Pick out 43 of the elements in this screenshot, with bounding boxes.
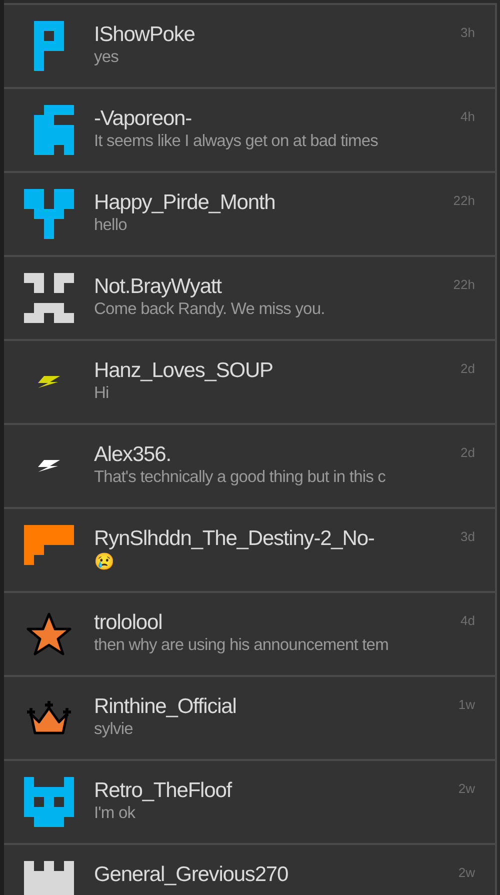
timestamp: 2d bbox=[460, 444, 475, 460]
message-preview: sylvie bbox=[94, 720, 133, 739]
conversation-row[interactable]: Hanz_Loves_SOUP Hi 2d bbox=[4, 339, 497, 423]
timestamp: 3d bbox=[460, 528, 475, 544]
conversation-row[interactable]: General_Grevious270 2w bbox=[4, 843, 497, 895]
timestamp: 4d bbox=[460, 612, 475, 628]
username: RynSlhddn_The_Destiny-2_No- bbox=[94, 527, 374, 551]
message-preview: Come back Randy. We miss you. bbox=[94, 300, 325, 319]
username: Rinthine_Official bbox=[94, 695, 236, 719]
timestamp: 4h bbox=[460, 108, 475, 124]
message-preview: It seems like I always get on at bad times bbox=[94, 132, 378, 151]
username: General_Grevious270 bbox=[94, 863, 288, 887]
message-preview: then why are using his announcement tem bbox=[94, 636, 388, 655]
message-preview: Hi bbox=[94, 384, 109, 403]
timestamp: 22h bbox=[452, 276, 475, 292]
conversation-row[interactable]: RynSlhddn_The_Destiny-2_No- 😢 3d bbox=[4, 507, 497, 591]
conversation-row[interactable]: Not.BrayWyatt Come back Randy. We miss you. 22h bbox=[4, 255, 497, 339]
username: -Vaporeon- bbox=[94, 107, 192, 131]
username: Retro_TheFloof bbox=[94, 779, 232, 803]
message-preview: yes bbox=[94, 48, 118, 67]
timestamp: 3h bbox=[460, 24, 475, 40]
timestamp: 2w bbox=[457, 780, 475, 796]
message-preview: That's technically a good thing but in this c bbox=[94, 468, 386, 487]
timestamp: 2d bbox=[460, 360, 475, 376]
conversation-row[interactable]: Rinthine_Official sylvie 1w bbox=[4, 675, 497, 759]
conversation-row[interactable]: Alex356. That's technically a good thing but in this c 2d bbox=[4, 423, 497, 507]
username: trololool bbox=[94, 611, 162, 635]
conversation-row[interactable]: Retro_TheFloof I'm ok 2w bbox=[4, 759, 497, 843]
timestamp: 22h bbox=[452, 192, 475, 208]
message-preview: hello bbox=[94, 216, 127, 235]
conversation-row[interactable]: IShowPoke yes 3h bbox=[4, 3, 497, 87]
message-preview: I'm ok bbox=[94, 804, 136, 823]
username: Not.BrayWyatt bbox=[94, 275, 222, 299]
username: IShowPoke bbox=[94, 23, 195, 47]
username: Alex356. bbox=[94, 443, 171, 467]
conversation-row[interactable]: trololool then why are using his announcement tem 4d bbox=[4, 591, 497, 675]
username: Happy_Pirde_Month bbox=[94, 191, 276, 215]
conversation-row[interactable]: Happy_Pirde_Month hello 22h bbox=[4, 171, 497, 255]
timestamp: 2w bbox=[457, 864, 475, 880]
username: Hanz_Loves_SOUP bbox=[94, 359, 273, 383]
conversation-row[interactable]: -Vaporeon- It seems like I always get on at bad times 4h bbox=[4, 87, 497, 171]
timestamp: 1w bbox=[457, 696, 475, 712]
message-preview: 😢 bbox=[94, 552, 115, 572]
